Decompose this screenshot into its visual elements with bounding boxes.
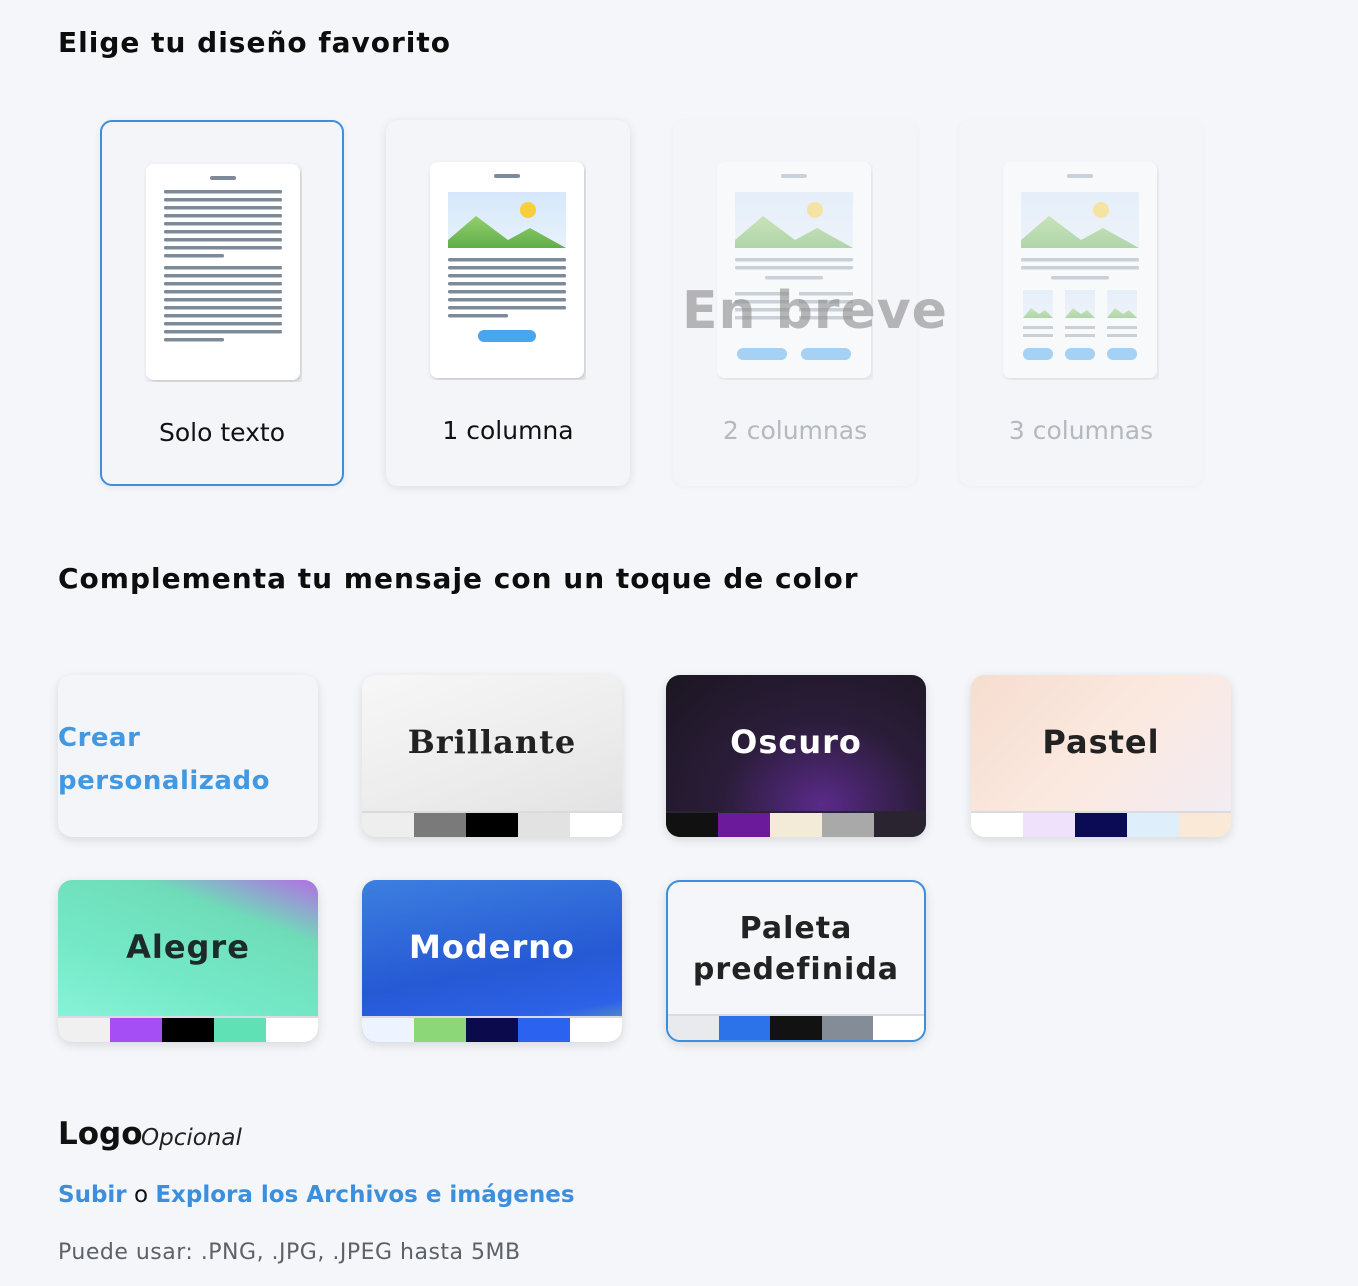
three-column-layout-icon <box>1003 162 1157 378</box>
palette-swatches <box>362 811 622 837</box>
palette-name: Brillante <box>407 723 577 761</box>
one-column-layout-icon <box>430 162 584 378</box>
palette-moderno[interactable]: Moderno <box>362 880 622 1042</box>
layout-option-label: 1 columna <box>442 416 574 445</box>
create-custom-palette-button[interactable]: Crear personalizado <box>58 675 318 837</box>
layout-option-label: Solo texto <box>159 418 285 447</box>
create-custom-label: Crear personalizado <box>58 723 270 796</box>
palette-brillante[interactable]: Brillante <box>362 675 622 837</box>
palette-swatches <box>362 1016 622 1042</box>
palette-name: Moderno <box>409 928 575 966</box>
palette-swatches <box>666 811 926 837</box>
palette-swatches <box>668 1014 924 1040</box>
logo-optional-label: Opcional <box>141 1125 242 1151</box>
explore-files-link[interactable]: Explora los Archivos e imágenes <box>155 1182 574 1208</box>
upload-hint: Puede usar: .PNG, .JPG, .JPEG hasta 5MB <box>58 1240 521 1265</box>
palette-alegre[interactable]: Alegre <box>58 880 318 1042</box>
logo-upload-line: Subir o Explora los Archivos e imágenes <box>58 1182 575 1208</box>
text-only-layout-icon <box>146 164 300 380</box>
upload-link[interactable]: Subir <box>58 1182 127 1208</box>
two-column-layout-icon <box>717 162 871 378</box>
layout-section-title: Elige tu diseño favorito <box>58 26 451 59</box>
palette-name: Oscuro <box>730 723 862 761</box>
palette-swatches <box>58 1016 318 1042</box>
palette-name: Pastel <box>1042 723 1160 761</box>
layout-option-label: 2 columnas <box>722 416 868 445</box>
palette-predefinida[interactable]: Paleta predefinida <box>666 880 926 1042</box>
logo-section-title: Logo <box>58 1116 143 1152</box>
layout-option-1-columna[interactable]: 1 columna <box>386 120 630 486</box>
or-text: o <box>133 1182 149 1208</box>
layout-option-3-columnas: 3 columnas <box>959 120 1203 486</box>
palette-oscuro[interactable]: Oscuro <box>666 675 926 837</box>
palette-pastel[interactable]: Pastel <box>971 675 1231 837</box>
palette-name: Paleta predefinida <box>692 911 900 987</box>
palette-swatches <box>971 811 1231 837</box>
layout-option-label: 3 columnas <box>1008 416 1154 445</box>
color-section-title: Complementa tu mensaje con un toque de c… <box>58 562 859 595</box>
coming-soon-overlay: En breve <box>682 281 948 341</box>
palette-name: Alegre <box>126 928 250 966</box>
layout-option-solo-texto[interactable]: Solo texto <box>100 120 344 486</box>
